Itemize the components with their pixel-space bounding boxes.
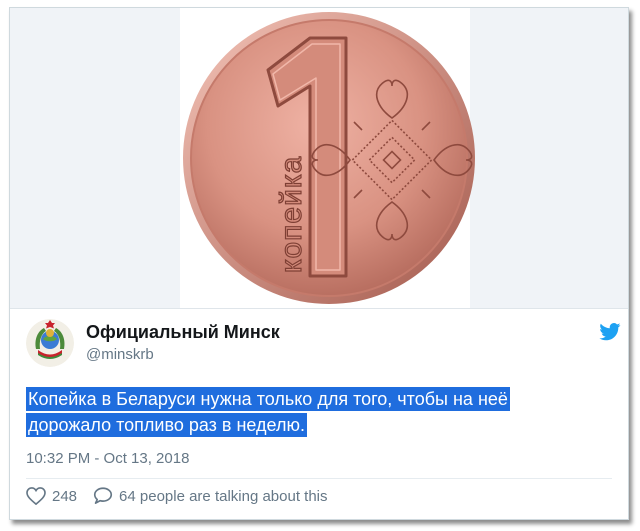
tweet-text-line-2: дорожало топливо раз в неделю. — [26, 413, 307, 437]
like-button[interactable]: 248 — [26, 487, 77, 505]
media-divider — [10, 308, 628, 309]
author-handle[interactable]: @minskrb — [86, 346, 154, 363]
author-avatar[interactable] — [26, 319, 74, 367]
coin-image: копейка — [180, 8, 475, 308]
belarus-coat-of-arms-icon — [26, 319, 74, 367]
twitter-bird-icon[interactable] — [599, 323, 621, 341]
speech-bubble-icon — [93, 486, 113, 504]
tweet-actions: 248 64 people are talking about this — [26, 484, 328, 508]
tweet-media[interactable]: копейка — [10, 8, 628, 308]
tweet-text-line-1: Копейка в Беларуси нужна только для того… — [26, 387, 510, 411]
actions-divider — [26, 478, 612, 479]
heart-icon — [26, 487, 46, 505]
author-display-name[interactable]: Официальный Минск — [86, 322, 280, 343]
tweet-card: копейка Официальный Минск @minskrb Копей… — [9, 7, 629, 520]
like-count: 248 — [52, 487, 78, 505]
tweet-text: Копейка в Беларуси нужна только для того… — [26, 386, 616, 438]
tweet-timestamp[interactable]: 10:32 PM - Oct 13, 2018 — [26, 450, 189, 467]
coin-word: копейка — [275, 156, 308, 273]
reply-count-text: 64 people are talking about this — [119, 487, 328, 505]
reply-button[interactable]: 64 people are talking about this — [93, 486, 328, 506]
